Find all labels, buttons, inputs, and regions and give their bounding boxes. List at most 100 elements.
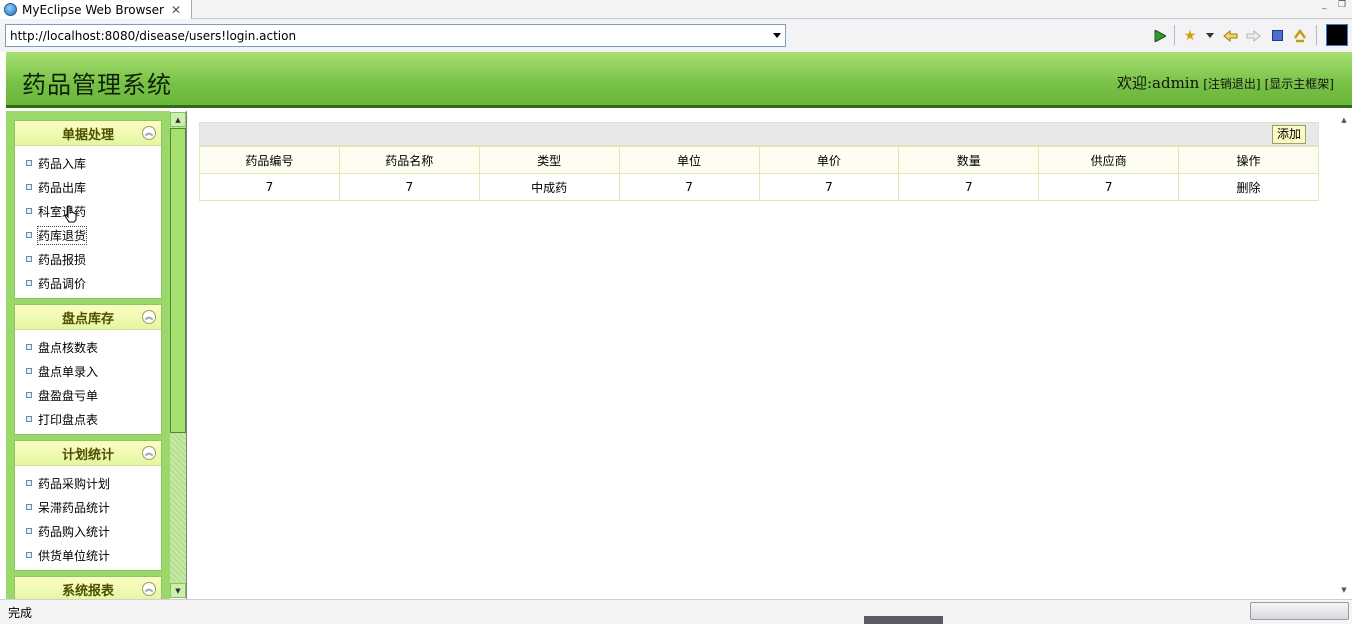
add-button[interactable]: 添加: [1271, 125, 1306, 144]
table-cell: 7: [338, 173, 480, 201]
menu-panel-title: 系统报表: [61, 583, 114, 599]
taskbar-fragment: [864, 616, 943, 624]
table-cell: 7: [898, 173, 1040, 201]
collapse-icon[interactable]: ︽: [142, 582, 156, 596]
globe-icon: [4, 3, 17, 16]
menu-item[interactable]: 盘点单录入: [15, 359, 161, 383]
browser-tab[interactable]: MyEclipse Web Browser ✕: [0, 0, 192, 19]
menu-item[interactable]: 药品采购计划: [15, 471, 161, 495]
table-toolbar: 添加: [199, 122, 1319, 146]
browser-window: MyEclipse Web Browser ✕ _ ❐ http://local…: [0, 0, 1352, 624]
table-cell: 7: [1038, 173, 1180, 201]
delete-link[interactable]: 删除: [1178, 173, 1319, 201]
menu-item[interactable]: 药品出库: [15, 175, 161, 199]
bullet-icon: [26, 504, 32, 510]
scroll-up-icon[interactable]: ▲: [170, 112, 186, 127]
menu-panel-header[interactable]: 盘点库存 ︽: [15, 305, 161, 330]
dropdown-icon[interactable]: [1204, 27, 1216, 44]
logout-link[interactable]: [注销退出]: [1203, 75, 1260, 92]
minimize-icon[interactable]: _: [1322, 0, 1327, 10]
forward-arrow-icon[interactable]: [1245, 27, 1261, 44]
console-icon[interactable]: [1326, 24, 1348, 46]
bullet-icon: [26, 232, 32, 238]
welcome-text: 欢迎:admin: [1116, 74, 1200, 92]
menu-item[interactable]: 药品入库: [15, 151, 161, 175]
menu-panel-reports: 系统报表 ︽: [14, 576, 162, 599]
bullet-icon: [26, 368, 32, 374]
menu-item[interactable]: 盘点核数表: [15, 335, 161, 359]
address-dropdown-icon[interactable]: [773, 33, 781, 38]
bullet-icon: [26, 416, 32, 422]
address-bar[interactable]: http://localhost:8080/disease/users!logi…: [5, 24, 786, 47]
column-header: 类型: [478, 146, 620, 174]
go-arrow-icon[interactable]: [1152, 27, 1168, 44]
menu-panel-statistics: 计划统计 ︽ 药品采购计划 呆滞药品统计 药品购入统计 供货单位统计: [14, 440, 162, 571]
refresh-icon[interactable]: [1292, 27, 1308, 44]
address-url: http://localhost:8080/disease/users!logi…: [10, 28, 297, 43]
table-cell: 7: [758, 173, 900, 201]
menu-item-label: 药品报损: [38, 252, 87, 267]
drug-table-panel: 添加 药品编号 药品名称 类型 单位 单价 数量 供应商 操作 7 7 中成药 …: [199, 122, 1319, 201]
menu-item[interactable]: 药品报损: [15, 247, 161, 271]
frame-divider: [186, 111, 187, 599]
bullet-icon: [26, 184, 32, 190]
show-main-frame-link[interactable]: [显示主框架]: [1265, 75, 1334, 92]
menu-panel-header[interactable]: 单据处理 ︽: [15, 121, 161, 146]
stop-icon[interactable]: [1269, 27, 1285, 44]
bullet-icon: [26, 344, 32, 350]
collapse-icon[interactable]: ︽: [142, 126, 156, 140]
menu-item[interactable]: 药库退货: [15, 223, 161, 247]
left-frame-scrollbar[interactable]: ▲ ▼: [170, 112, 186, 598]
menu-item[interactable]: 药品购入统计: [15, 519, 161, 543]
menu-panel-header[interactable]: 计划统计 ︽: [15, 441, 161, 466]
bullet-icon: [26, 256, 32, 262]
menu-item-label: 呆滞药品统计: [38, 500, 111, 515]
column-header: 药品名称: [338, 146, 480, 174]
tab-close-icon[interactable]: ✕: [171, 3, 181, 17]
drug-table: 药品编号 药品名称 类型 单位 单价 数量 供应商 操作 7 7 中成药 7 7: [199, 146, 1319, 201]
bookmark-star-icon[interactable]: ★: [1182, 27, 1198, 44]
scrollbar-thumb[interactable]: [170, 128, 186, 433]
bullet-icon: [26, 480, 32, 486]
content-scrollbar[interactable]: ▲ ▼: [1336, 111, 1352, 599]
bullet-icon: [26, 528, 32, 534]
menu-item-label: 盘点核数表: [38, 340, 99, 355]
menu-item[interactable]: 呆滞药品统计: [15, 495, 161, 519]
menu-item[interactable]: 科室退药: [15, 199, 161, 223]
scroll-down-icon[interactable]: ▼: [170, 583, 186, 598]
browser-toolbar: http://localhost:8080/disease/users!logi…: [0, 19, 1352, 52]
menu-panel-title: 盘点库存: [61, 311, 114, 327]
column-header: 单价: [758, 146, 900, 174]
scroll-down-icon[interactable]: ▼: [1336, 583, 1352, 597]
progress-bar: [1250, 602, 1349, 620]
bullet-icon: [26, 280, 32, 286]
site-header: 药品管理系统 欢迎:admin [注销退出] [显示主框架]: [6, 52, 1352, 108]
menu-item[interactable]: 药品调价: [15, 271, 161, 295]
table-cell: 中成药: [478, 173, 620, 201]
menu-item[interactable]: 打印盘点表: [15, 407, 161, 431]
collapse-icon[interactable]: ︽: [142, 446, 156, 460]
table-cell: 7: [199, 173, 340, 201]
status-text: 完成: [8, 606, 33, 620]
menu-item[interactable]: 盘盈盘亏单: [15, 383, 161, 407]
toolbar-separator: [1174, 25, 1175, 45]
collapse-icon[interactable]: ︽: [142, 310, 156, 324]
menu-panel-documents: 单据处理 ︽ 药品入库 药品出库 科室退药 药库退货 药品报损 药品调价: [14, 120, 162, 299]
menu-item-label: 药品购入统计: [38, 524, 111, 539]
back-arrow-icon[interactable]: [1222, 27, 1238, 44]
menu-panel-inventory: 盘点库存 ︽ 盘点核数表 盘点单录入 盘盈盘亏单 打印盘点表: [14, 304, 162, 435]
menu-item-label: 药品出库: [38, 180, 87, 195]
table-row: 7 7 中成药 7 7 7 7 删除: [199, 173, 1319, 201]
menu-panel-header[interactable]: 系统报表 ︽: [15, 577, 161, 599]
menu-item-label: 供货单位统计: [38, 548, 111, 563]
column-header: 操作: [1178, 146, 1319, 174]
menu-item-label: 盘盈盘亏单: [38, 388, 99, 403]
menu-item-label: 盘点单录入: [38, 364, 99, 379]
column-header: 药品编号: [199, 146, 340, 174]
scroll-up-icon[interactable]: ▲: [1336, 113, 1352, 127]
menu-item-label: 科室退药: [38, 204, 87, 219]
browser-tab-title: MyEclipse Web Browser: [22, 2, 164, 17]
menu-item[interactable]: 供货单位统计: [15, 543, 161, 567]
restore-icon[interactable]: ❐: [1338, 0, 1346, 10]
hand-cursor-icon: [64, 205, 77, 223]
